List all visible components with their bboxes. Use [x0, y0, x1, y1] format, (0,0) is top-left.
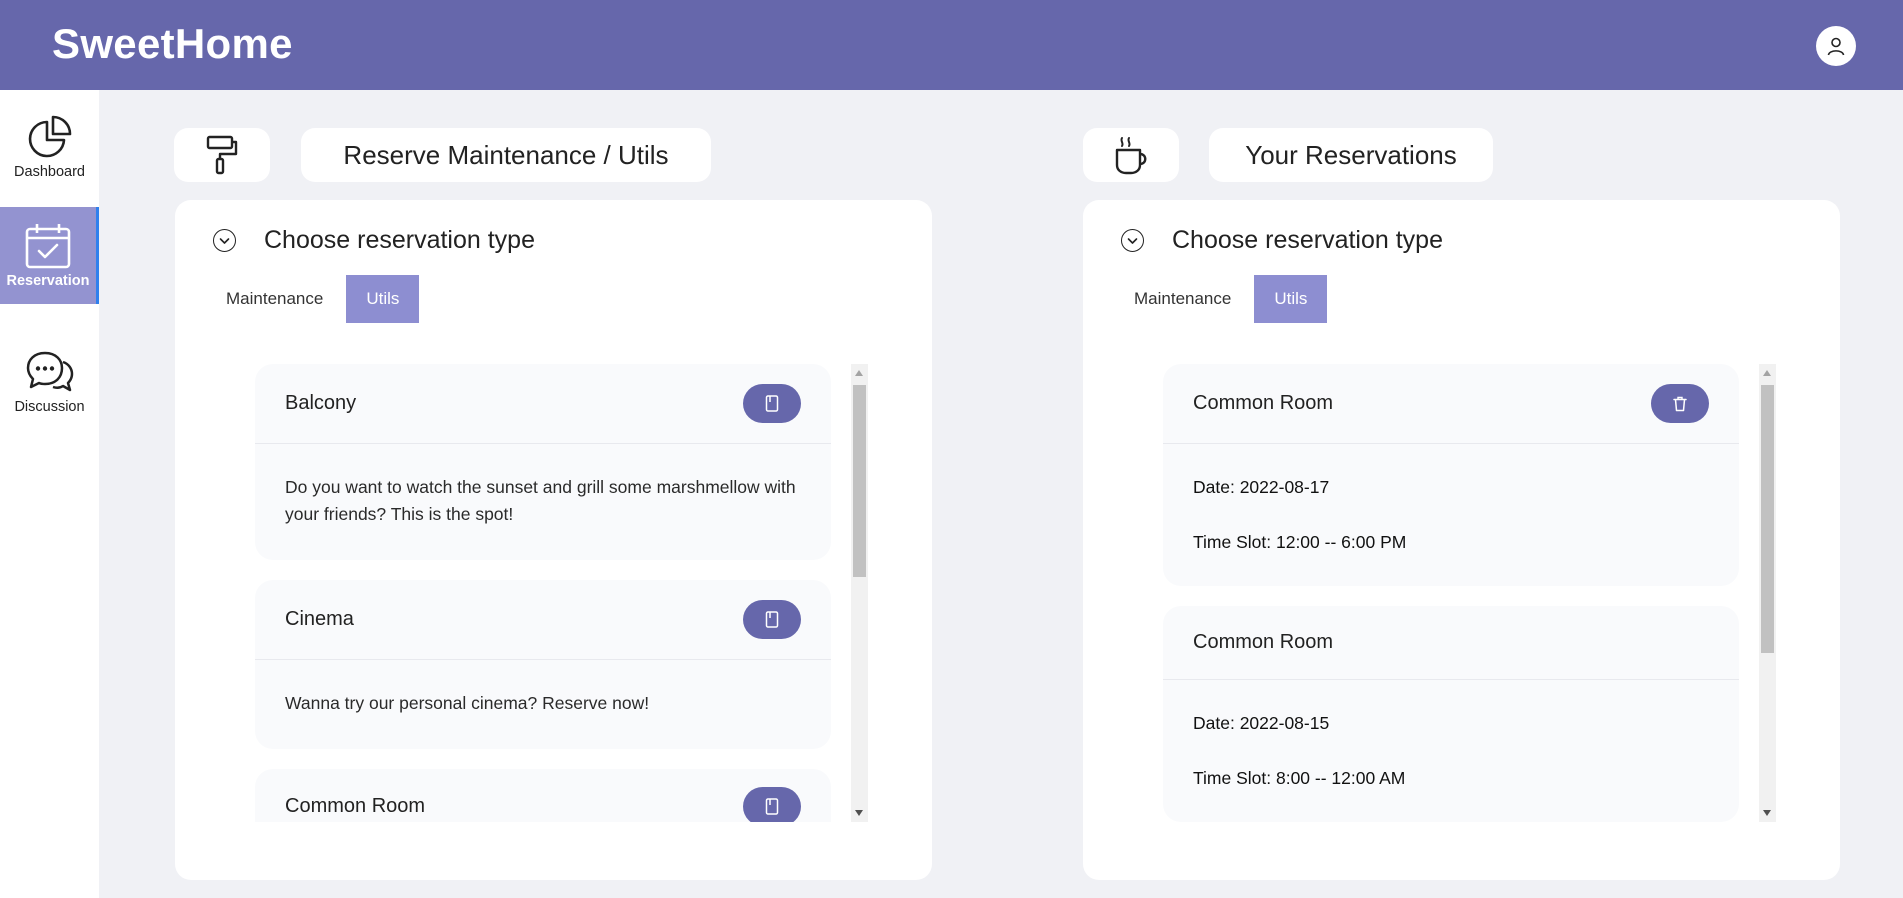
card-header: Common Room [1163, 606, 1739, 680]
card-body: Date: 2022-08-15 Time Slot: 8:00 -- 12:0… [1163, 680, 1739, 822]
collapse-toggle[interactable] [1121, 229, 1144, 252]
sidebar: Dashboard Reservation Discussion [0, 90, 99, 898]
sidebar-item-label: Discussion [14, 399, 85, 415]
reservation-time-slot: Time Slot: 8:00 -- 12:00 AM [1193, 768, 1406, 788]
list-scrollbar[interactable] [1759, 364, 1776, 822]
reservation-date: Date: 2022-08-17 [1193, 477, 1330, 497]
list-item: Common Room Date: 2022-08-15 Time Slot: … [1163, 606, 1739, 822]
left-section-title: Reserve Maintenance / Utils [343, 139, 669, 170]
coffee-cup-icon [1115, 137, 1147, 175]
reserve-button[interactable] [743, 600, 801, 639]
tab-utils[interactable]: Utils [1254, 275, 1328, 323]
sidebar-item-discussion[interactable]: Discussion [0, 333, 99, 430]
card-header: Balcony [255, 364, 831, 444]
tab-maintenance[interactable]: Maintenance [226, 275, 346, 323]
card-title: Common Room [1193, 631, 1334, 653]
card-title: Balcony [285, 392, 357, 414]
list-item: Common Room [255, 769, 831, 822]
card-body: Wanna try our personal cinema? Reserve n… [255, 660, 831, 749]
card-description: Wanna try our personal cinema? Reserve n… [285, 693, 650, 713]
trash-icon [1673, 396, 1687, 411]
chevron-down-icon [219, 237, 230, 244]
right-section-icon-chip [1083, 128, 1179, 182]
calendar-check-icon [25, 224, 71, 269]
right-section-title: Your Reservations [1245, 139, 1457, 170]
reserve-panel: Choose reservation type Maintenance Util… [175, 200, 932, 880]
user-avatar-button[interactable] [1816, 26, 1856, 66]
card-description: Do you want to watch the sunset and gril… [285, 477, 796, 524]
card-body: Do you want to watch the sunset and gril… [255, 444, 831, 560]
chevron-down-icon [1127, 237, 1138, 244]
scroll-down-arrow[interactable] [855, 810, 863, 816]
tab-maintenance[interactable]: Maintenance [1134, 275, 1254, 323]
reservation-date: Date: 2022-08-15 [1193, 713, 1330, 733]
scrollbar-thumb[interactable] [1761, 385, 1774, 653]
paint-roller-icon [206, 135, 238, 175]
panel-title: Choose reservation type [264, 226, 535, 254]
reservations-panel: Choose reservation type Maintenance Util… [1083, 200, 1840, 880]
reserve-button[interactable] [743, 384, 801, 423]
reservation-type-tabs: Maintenance Utils [226, 275, 420, 323]
app-title: SweetHome [52, 20, 293, 67]
card-header: Common Room [255, 769, 831, 822]
top-header: SweetHome [0, 0, 1903, 90]
sidebar-item-dashboard[interactable]: Dashboard [0, 98, 99, 195]
scrollbar-thumb[interactable] [853, 385, 866, 577]
list-scrollbar[interactable] [851, 364, 868, 822]
chat-bubbles-icon [26, 351, 73, 392]
tab-utils[interactable]: Utils [346, 275, 420, 323]
delete-reservation-button[interactable] [1651, 384, 1709, 423]
book-icon [765, 395, 779, 412]
list-item: Common Room Date: 2022-08-17 Time Slot: … [1163, 364, 1739, 586]
reservation-type-tabs: Maintenance Utils [1134, 275, 1328, 323]
card-header: Common Room [1163, 364, 1739, 444]
reservation-time-slot: Time Slot: 12:00 -- 6:00 PM [1193, 532, 1407, 552]
panel-title: Choose reservation type [1172, 226, 1443, 254]
panel-header: Choose reservation type [1121, 226, 1443, 255]
book-icon [765, 611, 779, 628]
reserve-button[interactable] [743, 787, 801, 822]
reservations-list[interactable]: Common Room Date: 2022-08-17 Time Slot: … [1163, 364, 1759, 822]
list-item: Cinema Wanna try our personal cinema? Re… [255, 580, 831, 749]
scroll-up-arrow[interactable] [855, 370, 863, 376]
collapse-toggle[interactable] [213, 229, 236, 252]
card-header: Cinema [255, 580, 831, 660]
book-icon [765, 798, 779, 815]
card-title: Common Room [285, 795, 426, 817]
pie-chart-icon [28, 115, 71, 158]
utils-list[interactable]: Balcony Do you want to watch the sunset … [255, 364, 851, 822]
sidebar-item-reservation[interactable]: Reservation [0, 207, 99, 304]
card-body: Date: 2022-08-17 Time Slot: 12:00 -- 6:0… [1163, 444, 1739, 586]
panel-header: Choose reservation type [213, 226, 535, 255]
card-title: Common Room [1193, 392, 1334, 414]
right-section-title-chip: Your Reservations [1209, 128, 1493, 182]
list-item: Balcony Do you want to watch the sunset … [255, 364, 831, 560]
scroll-down-arrow[interactable] [1763, 810, 1771, 816]
scroll-up-arrow[interactable] [1763, 370, 1771, 376]
sidebar-item-label: Dashboard [14, 164, 85, 180]
user-icon [1827, 37, 1845, 56]
left-section-icon-chip [174, 128, 270, 182]
left-section-title-chip: Reserve Maintenance / Utils [301, 128, 711, 182]
card-title: Cinema [285, 608, 354, 630]
sidebar-item-label: Reservation [6, 273, 90, 289]
